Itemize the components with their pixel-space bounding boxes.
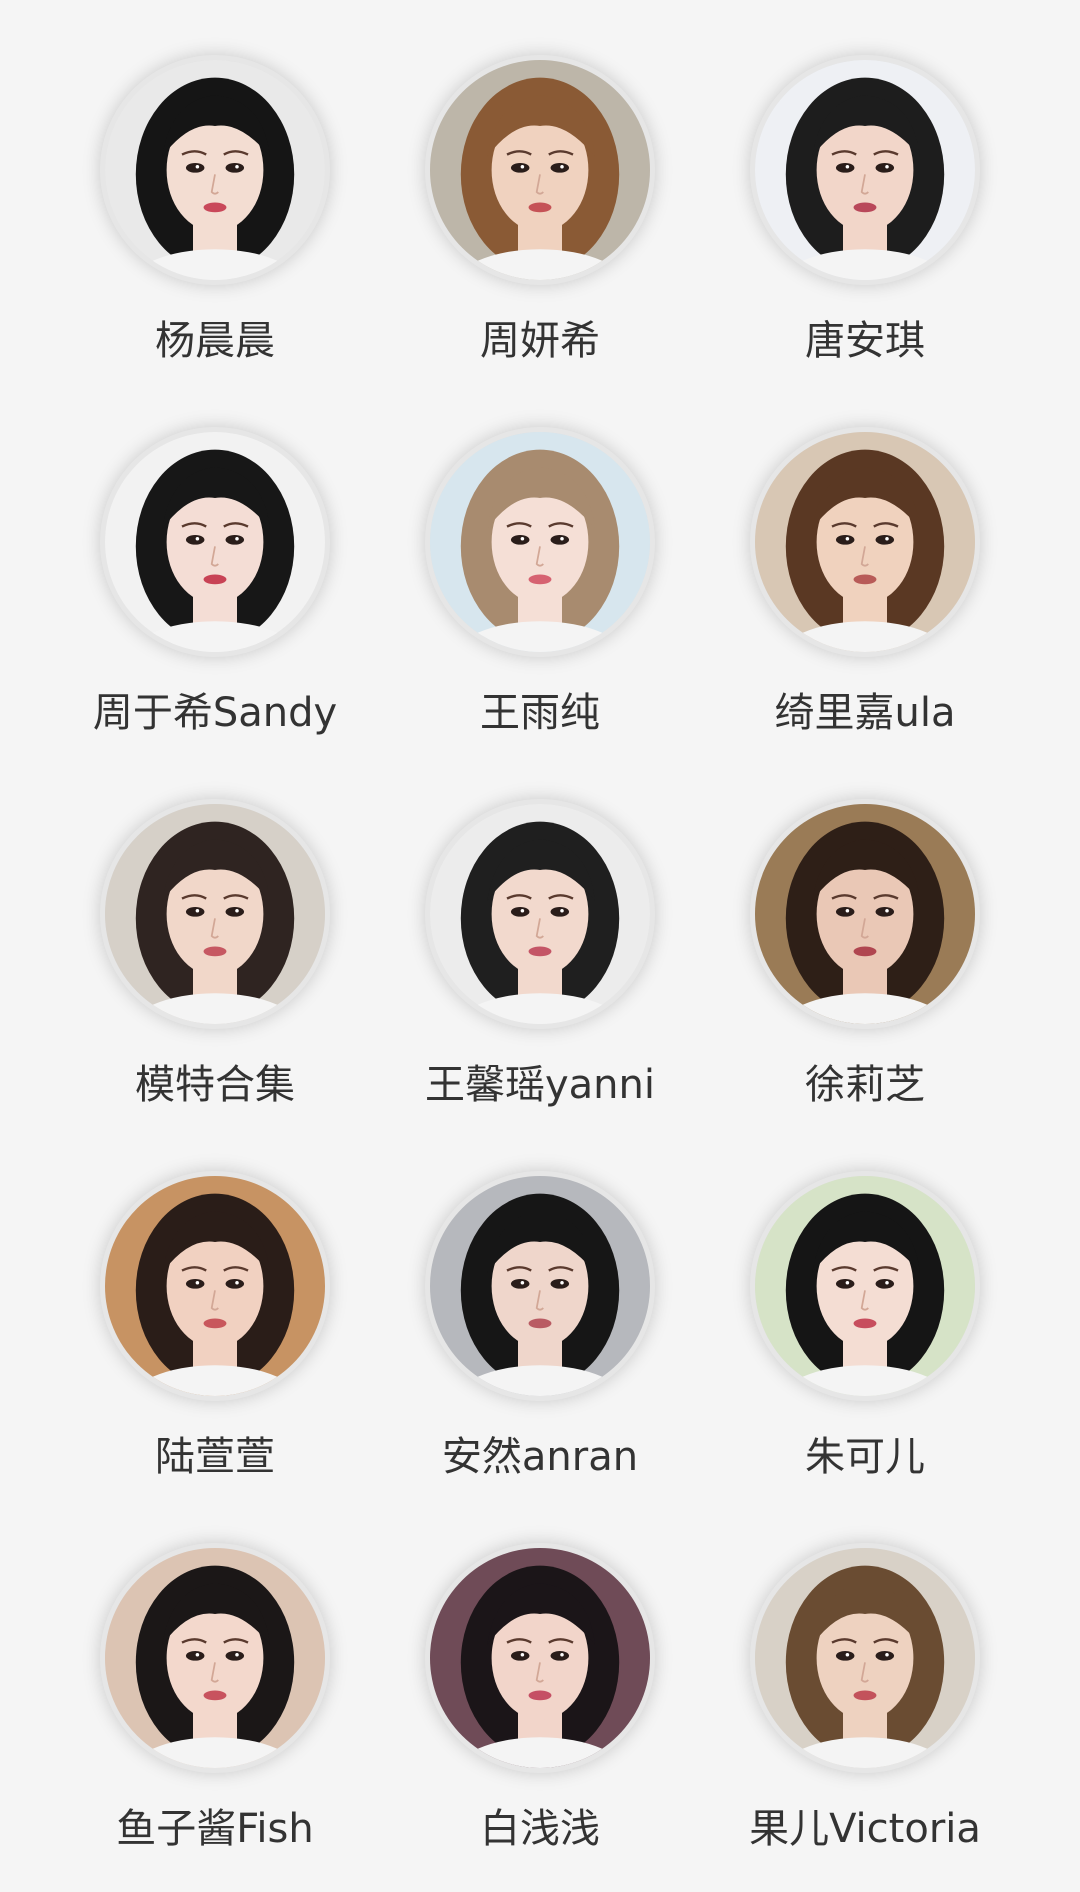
profile-card[interactable]: 陆萱萱 [65,1171,365,1511]
profile-card[interactable]: 杨晨晨 [65,55,365,395]
profile-name[interactable]: 模特合集 [65,1061,365,1109]
profile-name[interactable]: 白浅浅 [390,1805,690,1853]
portrait-image [755,432,975,652]
portrait-image [105,1548,325,1768]
avatar[interactable] [100,799,330,1029]
profile-card[interactable]: 果儿Victoria [715,1543,1015,1883]
profile-name[interactable]: 周于希Sandy [65,689,365,737]
profile-name[interactable]: 安然anran [390,1433,690,1481]
profile-name[interactable]: 徐莉芝 [715,1061,1015,1109]
avatar[interactable] [750,799,980,1029]
profile-grid: 杨晨晨 周妍希 唐安琪周于希Sandy 王雨纯 绮里嘉ula 模特合集 王馨瑶yanni 徐莉… [0,0,1080,1892]
portrait-image [755,804,975,1024]
portrait-image [430,60,650,280]
avatar[interactable] [750,1543,980,1773]
profile-name[interactable]: 绮里嘉ula [715,689,1015,737]
profile-card[interactable]: 徐莉芝 [715,799,1015,1139]
profile-name[interactable]: 王雨纯 [390,689,690,737]
portrait-image [430,804,650,1024]
profile-name[interactable]: 唐安琪 [715,317,1015,365]
portrait-image [430,432,650,652]
portrait-image [755,60,975,280]
profile-name[interactable]: 陆萱萱 [65,1433,365,1481]
portrait-image [755,1176,975,1396]
profile-card[interactable]: 朱可儿 [715,1171,1015,1511]
portrait-image [105,1176,325,1396]
profile-card[interactable]: 安然anran [390,1171,690,1511]
portrait-image [105,432,325,652]
avatar[interactable] [425,799,655,1029]
profile-name[interactable]: 果儿Victoria [715,1805,1015,1853]
avatar[interactable] [425,1171,655,1401]
portrait-image [105,60,325,280]
profile-card[interactable]: 王雨纯 [390,427,690,767]
profile-card[interactable]: 周于希Sandy [65,427,365,767]
profile-card[interactable]: 周妍希 [390,55,690,395]
avatar[interactable] [425,1543,655,1773]
profile-card[interactable]: 白浅浅 [390,1543,690,1883]
avatar[interactable] [100,55,330,285]
profile-card[interactable]: 唐安琪 [715,55,1015,395]
profile-name[interactable]: 王馨瑶yanni [390,1061,690,1109]
avatar[interactable] [100,427,330,657]
portrait-image [755,1548,975,1768]
avatar[interactable] [425,55,655,285]
profile-card[interactable]: 王馨瑶yanni [390,799,690,1139]
avatar[interactable] [100,1543,330,1773]
avatar[interactable] [750,55,980,285]
profile-card[interactable]: 鱼子酱Fish [65,1543,365,1883]
avatar[interactable] [750,427,980,657]
profile-name[interactable]: 杨晨晨 [65,317,365,365]
avatar[interactable] [425,427,655,657]
avatar[interactable] [750,1171,980,1401]
profile-card[interactable]: 模特合集 [65,799,365,1139]
profile-name[interactable]: 周妍希 [390,317,690,365]
profile-name[interactable]: 鱼子酱Fish [65,1805,365,1853]
portrait-image [105,804,325,1024]
portrait-image [430,1548,650,1768]
portrait-image [430,1176,650,1396]
profile-card[interactable]: 绮里嘉ula [715,427,1015,767]
profile-name[interactable]: 朱可儿 [715,1433,1015,1481]
avatar[interactable] [100,1171,330,1401]
